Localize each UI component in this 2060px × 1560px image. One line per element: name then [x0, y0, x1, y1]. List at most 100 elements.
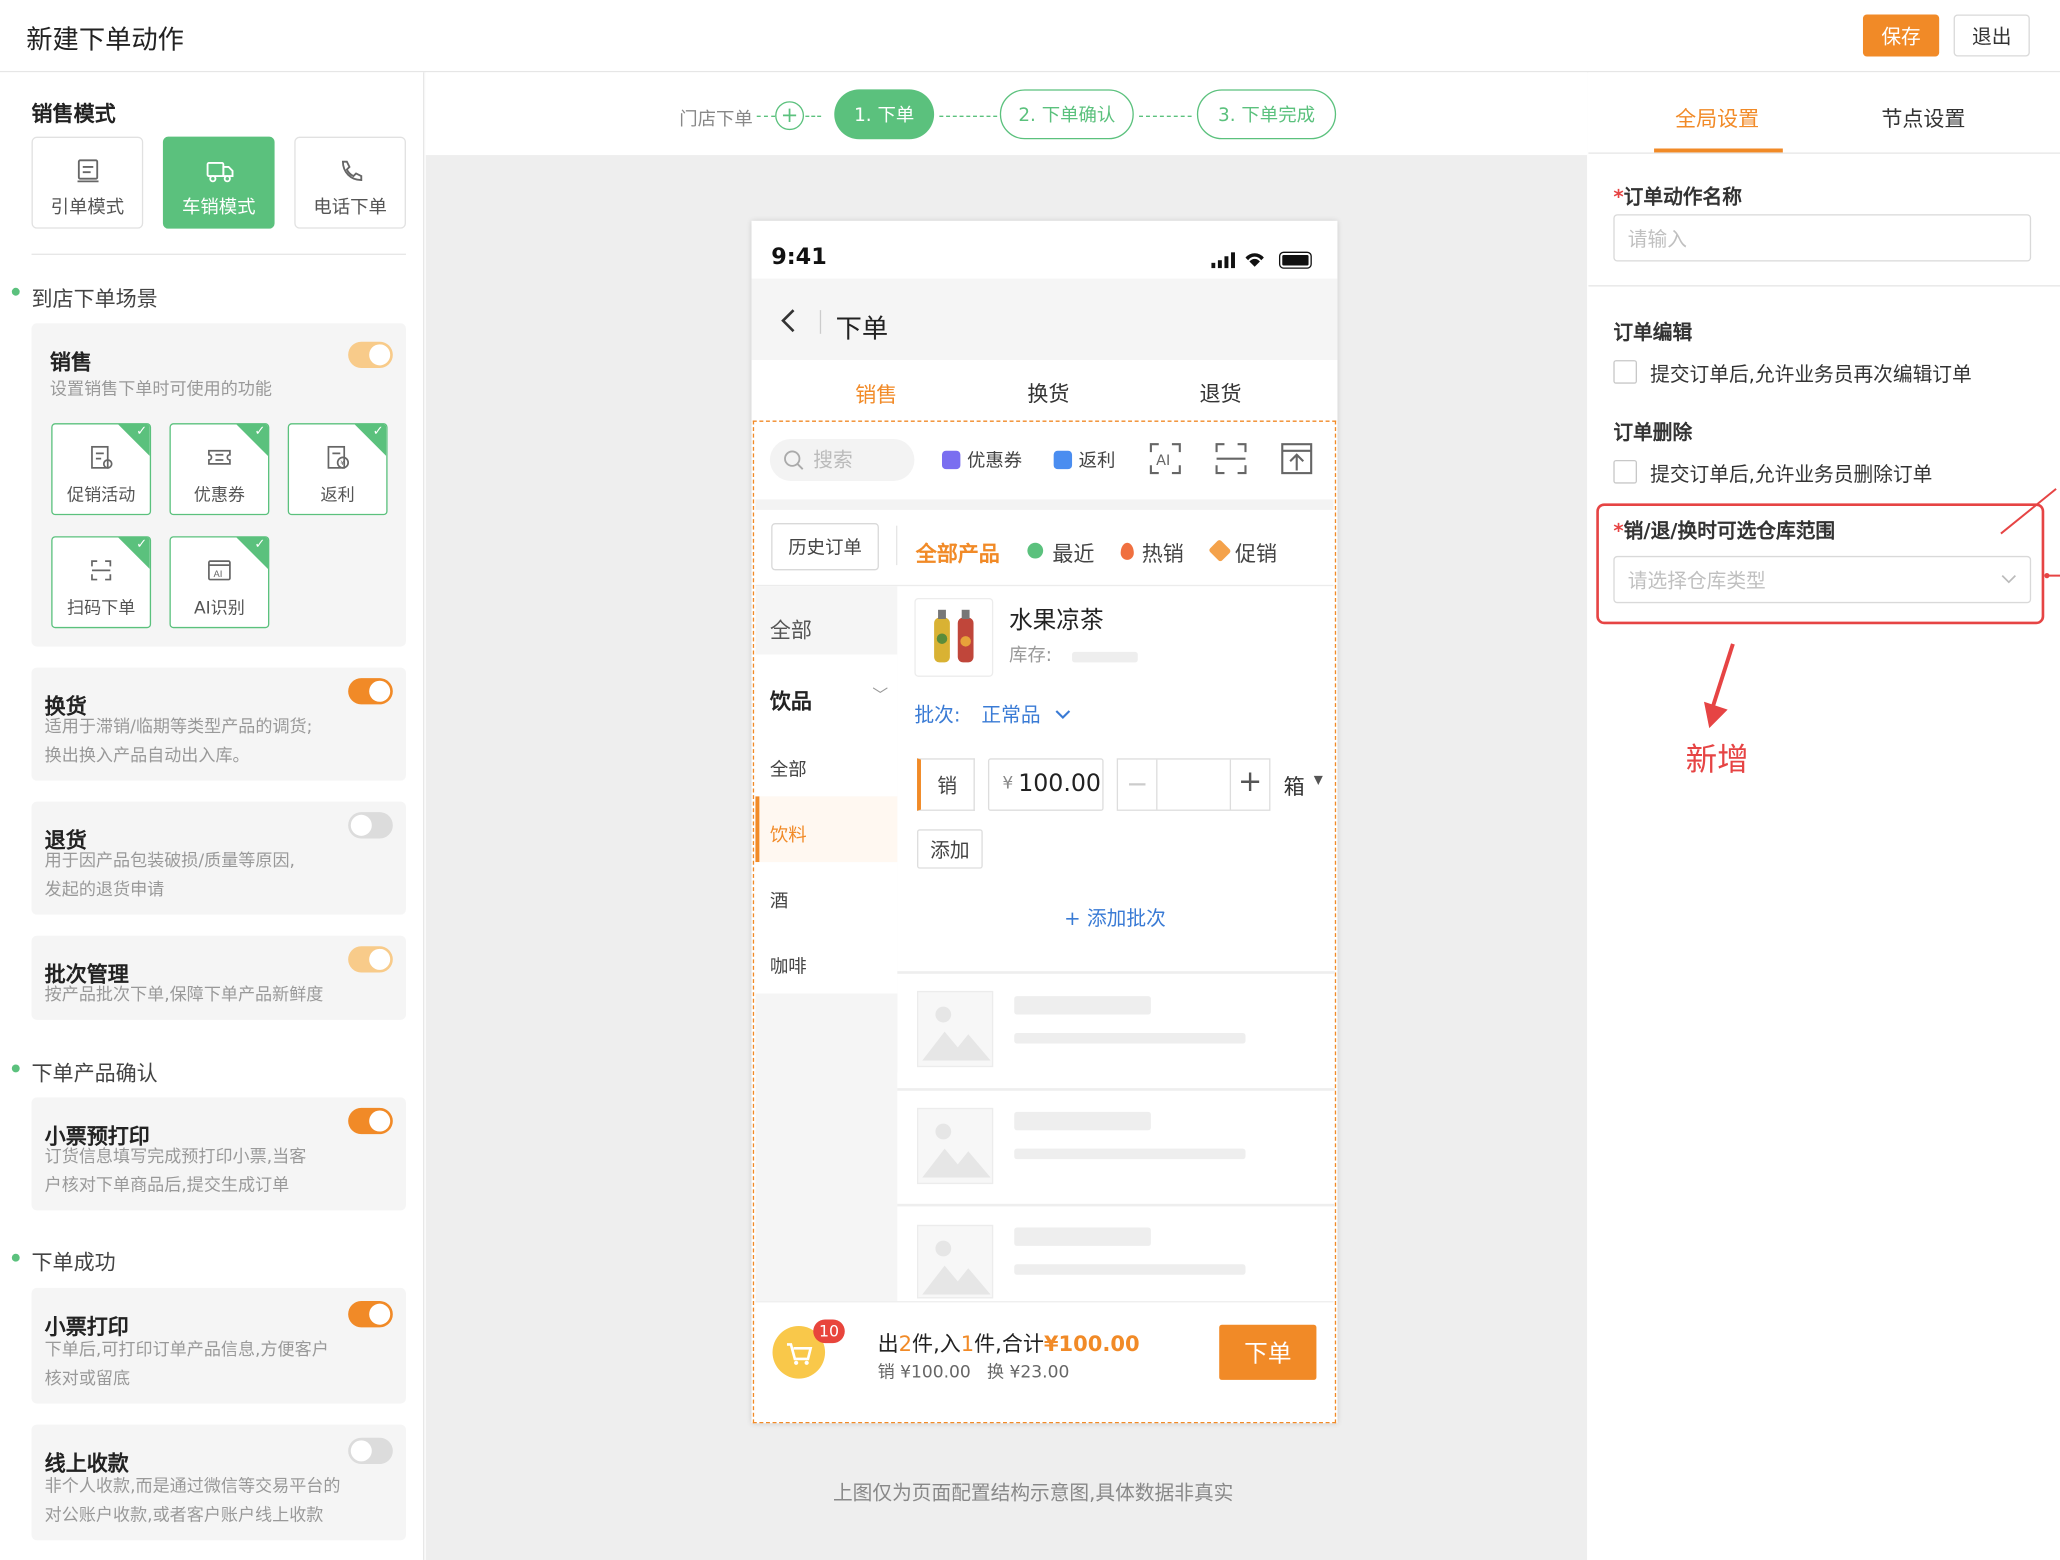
stock-skeleton [1072, 651, 1138, 663]
divider [896, 525, 898, 566]
scan-icon[interactable] [1214, 442, 1248, 476]
right-settings-panel: 全局设置 节点设置 *订单动作名称 请输入 订单编辑 提交订单后,允许业务员再次… [1588, 72, 2060, 1560]
check-icon: ✓ [136, 424, 148, 439]
summary-text: 件,入 [912, 1331, 961, 1357]
filter-all-products[interactable]: 全部产品 [916, 536, 1000, 568]
place-order-button[interactable]: 下单 [1219, 1324, 1317, 1380]
upload-icon[interactable] [1280, 442, 1314, 476]
truck-icon [164, 156, 273, 185]
minus-icon[interactable]: − [1118, 759, 1158, 810]
filter-recent[interactable]: 最近 [1052, 536, 1094, 568]
tab-sales[interactable]: 销售 [855, 377, 897, 409]
add-step-icon[interactable]: + [775, 101, 805, 131]
order-summary: 出2件,入1件,合计¥100.00 [878, 1326, 1140, 1358]
coupon-link[interactable]: 优惠券 [967, 447, 1022, 473]
required-mark: * [1613, 185, 1624, 209]
return-toggle[interactable] [348, 812, 393, 839]
annotation-new-label: 新增 [1685, 741, 1749, 779]
name-field-label: *订单动作名称 [1613, 183, 1742, 211]
order-delete-checkbox[interactable] [1613, 459, 1637, 484]
category-coffee[interactable]: 咖啡 [770, 953, 807, 979]
category-sub-all[interactable]: 全部 [770, 756, 807, 782]
sales-toggle[interactable] [348, 341, 393, 368]
preprint-toggle[interactable] [348, 1107, 393, 1135]
tab-node-settings[interactable]: 节点设置 [1881, 101, 1965, 133]
search-input[interactable]: 搜索 [769, 438, 915, 481]
online-payment-card: 线上收款 非个人收款,而是通过微信等交易平台的 对公账户收款,或者客户账户线上收… [31, 1424, 406, 1541]
warehouse-range-label: *销/退/换时可选仓库范围 [1613, 516, 1835, 544]
batch-toggle[interactable] [348, 946, 393, 973]
status-time: 9:41 [771, 244, 827, 271]
summary-text: 出 [877, 1331, 899, 1357]
warehouse-type-select[interactable]: 请选择仓库类型 [1613, 555, 2032, 604]
mode-van-sales[interactable]: 车销模式 [162, 136, 275, 229]
phone-preview: 9:41 下单 销售 换货 退货 搜索 优惠券 返利 AI 历史订单 全部产品 … [751, 220, 1338, 1424]
print-toggle[interactable] [348, 1301, 393, 1328]
card-desc: 用于因产品包装破损/质量等原因, [44, 851, 295, 872]
category-all[interactable]: 全部 [770, 612, 812, 644]
annotation-lines [2000, 488, 2060, 579]
mode-guide-order[interactable]: 引单模式 [31, 136, 144, 229]
order-delete-label: 订单删除 [1613, 420, 1693, 445]
print-card: 小票打印 下单后,可打印订单产品信息,方便客户 核对或留底 [31, 1287, 406, 1404]
feature-scan-order[interactable]: 扫码下单 ✓ [51, 536, 152, 629]
image-placeholder-icon [917, 990, 994, 1068]
filter-promo[interactable]: 促销 [1235, 536, 1277, 568]
svg-text:¥: ¥ [340, 459, 344, 467]
feature-promotion[interactable]: 促销活动 ✓ [51, 423, 152, 516]
order-delete-text: 提交订单后,允许业务员删除订单 [1650, 462, 1933, 487]
fire-icon [1120, 542, 1134, 560]
tab-exchange[interactable]: 换货 [1027, 376, 1069, 408]
order-edit-checkbox[interactable] [1613, 360, 1637, 384]
mode-phone-order[interactable]: 电话下单 [294, 136, 406, 229]
step-1[interactable]: 1. 下单 [834, 89, 935, 140]
history-order-button[interactable]: 历史订单 [771, 523, 879, 571]
product-image[interactable] [914, 597, 994, 677]
feature-rebate[interactable]: ¥ 返利 ✓ [287, 423, 388, 516]
category-drinks[interactable]: 饮品 [770, 683, 812, 715]
category-wine[interactable]: 酒 [770, 887, 788, 913]
batch-value[interactable]: 正常品 [981, 700, 1040, 728]
batch-label: 批次: [914, 703, 961, 727]
ai-scan-icon[interactable]: AI [1148, 442, 1182, 476]
rebate-icon [1053, 450, 1073, 470]
order-action-name-input[interactable]: 请输入 [1613, 214, 2032, 262]
exchange-toggle[interactable] [348, 678, 393, 705]
feature-ai-recognition[interactable]: AI AI识别 ✓ [169, 536, 270, 629]
feature-label: 促销活动 [66, 486, 136, 506]
online-payment-toggle[interactable] [348, 1437, 393, 1465]
tab-return[interactable]: 退货 [1199, 376, 1241, 408]
unit-select[interactable]: 箱 [1284, 769, 1305, 801]
category-beverage[interactable]: 饮料 [770, 821, 807, 847]
step-connector [756, 115, 776, 117]
card-title: 销售 [49, 349, 92, 375]
image-placeholder-icon [917, 1224, 994, 1299]
required-mark: * [1613, 519, 1624, 543]
tab-indicator [1654, 148, 1783, 153]
card-desc: 户核对下单商品后,提交生成订单 [44, 1176, 290, 1196]
rebate-link[interactable]: 返利 [1079, 447, 1116, 473]
step-2[interactable]: 2. 下单确认 [999, 89, 1134, 140]
exit-button[interactable]: 退出 [1953, 14, 2030, 57]
nav-title: 下单 [835, 312, 889, 345]
preview-area: 门店下单 + 1. 下单 2. 下单确认 3. 下单完成 9:41 下单 销售 … [425, 72, 1588, 1560]
text-skeleton [1014, 1227, 1151, 1246]
card-desc: 设置销售下单时可使用的功能 [49, 379, 272, 400]
plus-icon[interactable]: + [1229, 759, 1269, 810]
feature-coupon[interactable]: 优惠券 ✓ [169, 423, 270, 516]
add-batch-link[interactable]: + 添加批次 [1064, 904, 1166, 932]
back-icon[interactable] [780, 308, 796, 340]
filter-hot[interactable]: 热销 [1142, 536, 1184, 568]
quantity-stepper[interactable]: − + [1116, 758, 1271, 811]
card-desc: 核对或留底 [44, 1369, 131, 1390]
add-button[interactable]: 添加 [917, 829, 983, 869]
save-button[interactable]: 保存 [1862, 14, 1940, 57]
stock-label: 库存: [1008, 645, 1052, 667]
currency-symbol: ¥ [1002, 774, 1014, 794]
batch-card: 批次管理 按产品批次下单,保障下单产品新鲜度 [31, 935, 406, 1020]
price-input[interactable]: ¥ 100.00 [987, 758, 1104, 811]
step-3[interactable]: 3. 下单完成 [1196, 89, 1337, 140]
in-count: 1 [960, 1331, 975, 1357]
annotation-arrow-icon [1703, 643, 1735, 729]
tab-global-settings[interactable]: 全局设置 [1675, 101, 1759, 133]
